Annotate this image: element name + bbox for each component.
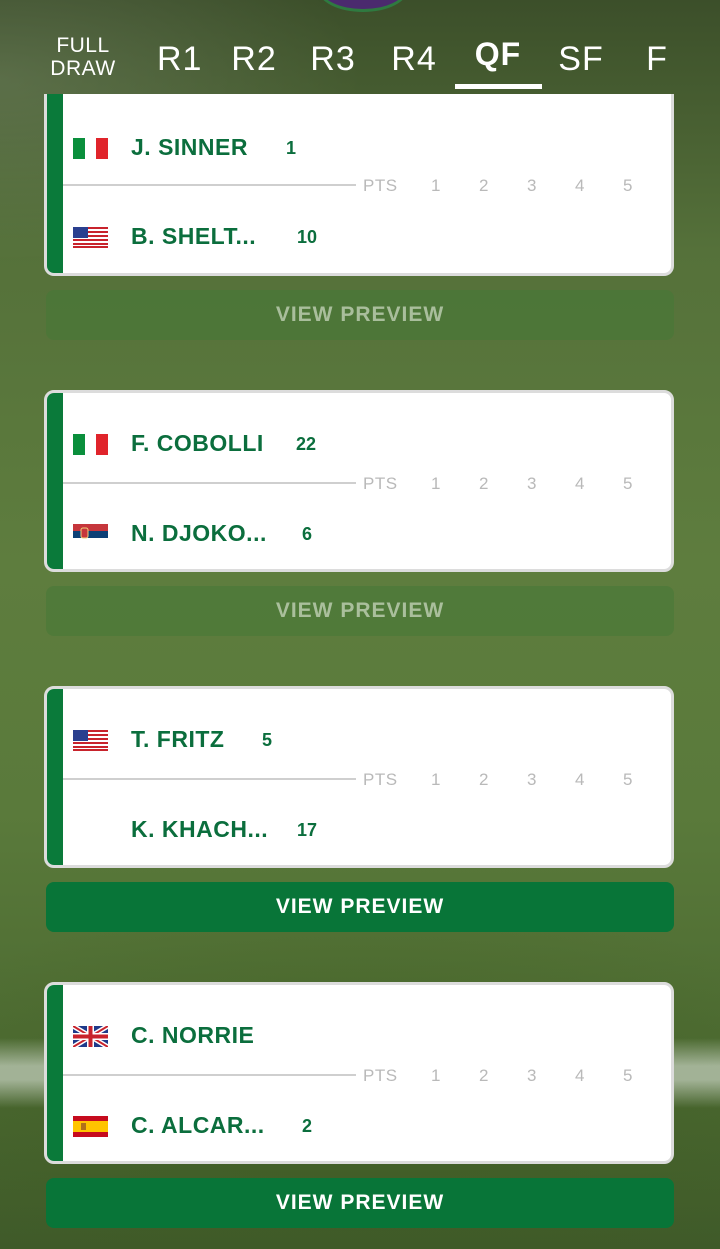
pts-header: PTS (363, 176, 398, 195)
set-2-header: 2 (479, 176, 489, 195)
tab-r3[interactable]: R3 (308, 40, 358, 79)
score-divider (63, 482, 356, 484)
player-1-row: F. COBOLLI (131, 428, 264, 458)
view-preview-button[interactable]: VIEW PREVIEW (46, 1178, 674, 1228)
usa-flag (73, 730, 108, 751)
set-2-header: 2 (479, 770, 489, 789)
serbia-flag (73, 524, 108, 545)
tab-r1[interactable]: R1 (157, 40, 201, 79)
usa-flag (73, 227, 108, 248)
view-preview-button[interactable]: VIEW PREVIEW (46, 586, 674, 636)
italy-flag (73, 434, 108, 455)
pts-header: PTS (363, 474, 398, 493)
player-seed: 17 (297, 820, 318, 840)
player-seed: 22 (296, 434, 317, 454)
view-preview-button[interactable]: VIEW PREVIEW (46, 882, 674, 932)
set-4-header: 4 (575, 474, 585, 493)
set-4-header: 4 (575, 1066, 585, 1085)
match-card[interactable]: F. COBOLLI 22 PTS 1 2 3 4 5 N. DJOKO... … (44, 390, 674, 572)
player-2-row: B. SHELT... (131, 221, 256, 251)
set-3-header: 3 (527, 770, 537, 789)
player-1-row: C. NORRIE (131, 1020, 254, 1050)
tab-full-draw-line2: DRAW (50, 57, 116, 80)
score-divider (63, 184, 356, 186)
player-seed: 1 (286, 138, 297, 158)
match-card-accent (47, 94, 63, 273)
set-1-header: 1 (431, 770, 441, 789)
tab-r2[interactable]: R2 (229, 40, 279, 79)
set-3-header: 3 (527, 474, 537, 493)
score-divider (63, 778, 356, 780)
set-5-header: 5 (623, 474, 633, 493)
match-card[interactable]: C. NORRIE PTS 1 2 3 4 5 C. ALCAR... 2 (44, 982, 674, 1164)
player-seed: 5 (262, 730, 273, 750)
player-name: C. ALCAR... (131, 1111, 265, 1138)
match-card-accent (47, 393, 63, 569)
italy-flag (73, 138, 108, 159)
pts-header: PTS (363, 1066, 398, 1085)
tournament-logo (318, 0, 408, 12)
player-name: F. COBOLLI (131, 429, 264, 456)
player-seed: 6 (302, 524, 313, 544)
set-1-header: 1 (431, 1066, 441, 1085)
player-name: K. KHACH... (131, 815, 269, 842)
tab-f[interactable]: F (642, 40, 672, 79)
active-tab-underline (455, 84, 542, 89)
score-divider (63, 1074, 356, 1076)
set-1-header: 1 (431, 176, 441, 195)
pts-header: PTS (363, 770, 398, 789)
round-tabs: FULL DRAW R1 R2 R3 R4 QF SF F (0, 24, 720, 104)
tab-sf[interactable]: SF (556, 40, 606, 79)
set-5-header: 5 (623, 770, 633, 789)
player-seed: 2 (302, 1116, 313, 1136)
tab-full-draw-line1: FULL (56, 34, 110, 57)
set-5-header: 5 (623, 1066, 633, 1085)
player-name: C. NORRIE (131, 1021, 255, 1048)
match-card-accent (47, 689, 63, 865)
set-2-header: 2 (479, 1066, 489, 1085)
spain-flag (73, 1116, 108, 1137)
tab-full-draw[interactable]: FULL DRAW (40, 34, 126, 80)
player-2-row: C. ALCAR... (131, 1110, 265, 1140)
uk-flag (73, 1026, 108, 1047)
set-3-header: 3 (527, 176, 537, 195)
player-name: B. SHELT... (131, 222, 257, 249)
player-2-row: K. KHACH... (131, 814, 268, 844)
player-1-row: J. SINNER (131, 132, 248, 162)
tab-qf[interactable]: QF (462, 36, 534, 73)
player-name: N. DJOKO... (131, 519, 267, 546)
set-3-header: 3 (527, 1066, 537, 1085)
set-2-header: 2 (479, 474, 489, 493)
match-card-accent (47, 985, 63, 1161)
player-seed: 10 (297, 227, 318, 247)
set-4-header: 4 (575, 176, 585, 195)
set-5-header: 5 (623, 176, 633, 195)
player-2-row: N. DJOKO... (131, 518, 267, 548)
player-name: T. FRITZ (131, 725, 225, 752)
set-1-header: 1 (431, 474, 441, 493)
view-preview-button[interactable]: VIEW PREVIEW (46, 290, 674, 340)
match-card[interactable]: T. FRITZ 5 PTS 1 2 3 4 5 K. KHACH... 17 (44, 686, 674, 868)
player-1-row: T. FRITZ (131, 724, 224, 754)
player-name: J. SINNER (131, 133, 248, 160)
match-card[interactable]: J. SINNER 1 PTS 1 2 3 4 5 B. SHELT... 10 (44, 94, 674, 276)
tab-r4[interactable]: R4 (389, 40, 439, 79)
set-4-header: 4 (575, 770, 585, 789)
